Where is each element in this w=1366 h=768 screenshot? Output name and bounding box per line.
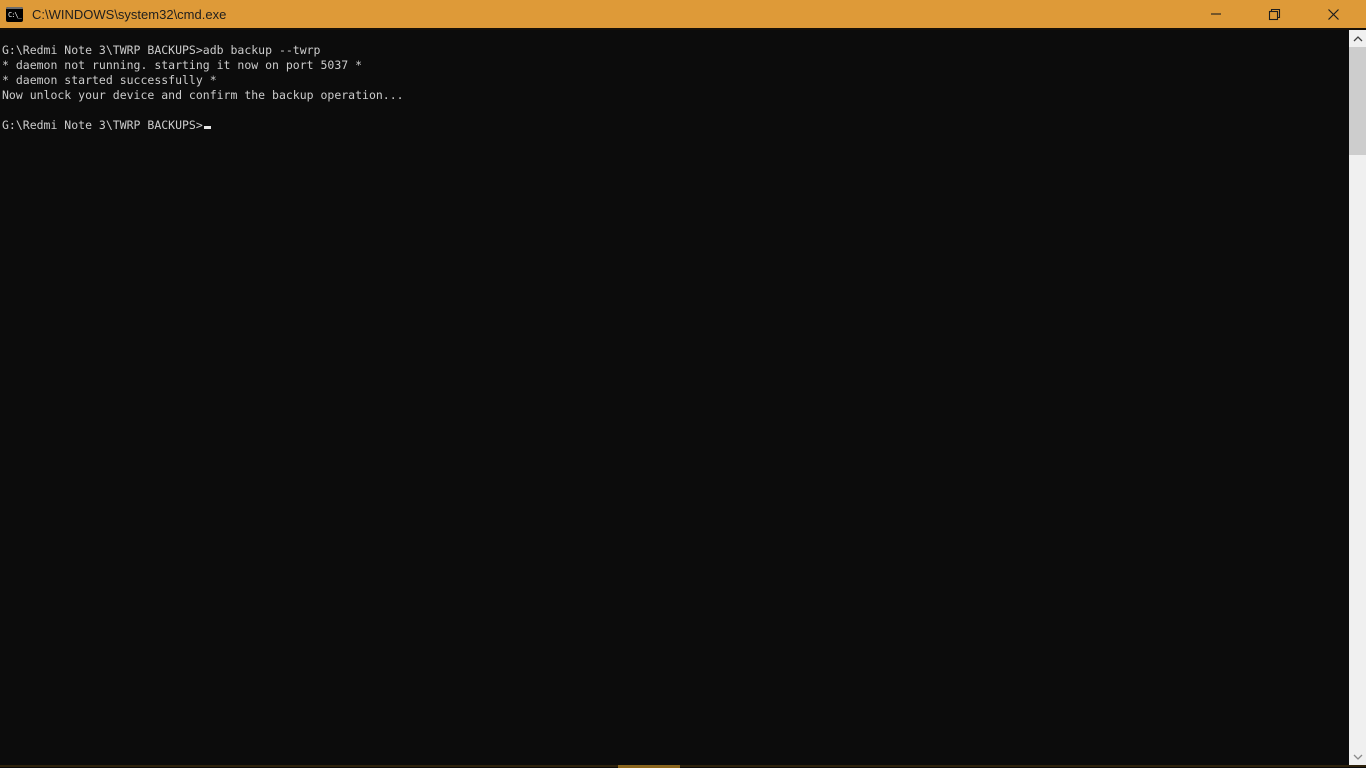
cmd-window: C:\_ C:\WINDOWS\system32\cmd.exe G:\Redm… xyxy=(0,0,1366,768)
minimize-button[interactable] xyxy=(1193,0,1239,28)
chevron-up-icon xyxy=(1353,35,1362,41)
scrollbar-thumb[interactable] xyxy=(1349,47,1366,155)
window-bottom-border xyxy=(0,765,1366,767)
close-button[interactable] xyxy=(1310,0,1356,28)
restore-icon xyxy=(1268,8,1280,20)
window-title: C:\WINDOWS\system32\cmd.exe xyxy=(32,6,227,22)
console-line: * daemon not running. starting it now on… xyxy=(2,58,363,72)
cmd-app-icon[interactable]: C:\_ xyxy=(6,6,23,22)
chevron-down-icon xyxy=(1353,754,1362,760)
scroll-up-button[interactable] xyxy=(1349,30,1366,47)
title-bar[interactable]: C:\_ C:\WINDOWS\system32\cmd.exe xyxy=(0,0,1366,30)
console-output[interactable]: G:\Redmi Note 3\TWRP BACKUPS>adb backup … xyxy=(0,30,1349,765)
text-cursor xyxy=(203,126,211,129)
close-icon xyxy=(1327,8,1339,20)
minimize-icon xyxy=(1211,13,1221,15)
console-line: G:\Redmi Note 3\TWRP BACKUPS>adb backup … xyxy=(2,43,321,57)
console-line: Now unlock your device and confirm the b… xyxy=(2,88,404,102)
restore-button[interactable] xyxy=(1251,0,1297,28)
console-line: G:\Redmi Note 3\TWRP BACKUPS> xyxy=(2,118,1349,133)
cmd-icon-prompt-glyph: C:\_ xyxy=(8,10,22,19)
vertical-scrollbar[interactable] xyxy=(1349,30,1366,765)
scroll-down-button[interactable] xyxy=(1349,748,1366,765)
cmd-icon-titlebar-stripe xyxy=(6,6,23,9)
console-line: * daemon started successfully * xyxy=(2,73,217,87)
